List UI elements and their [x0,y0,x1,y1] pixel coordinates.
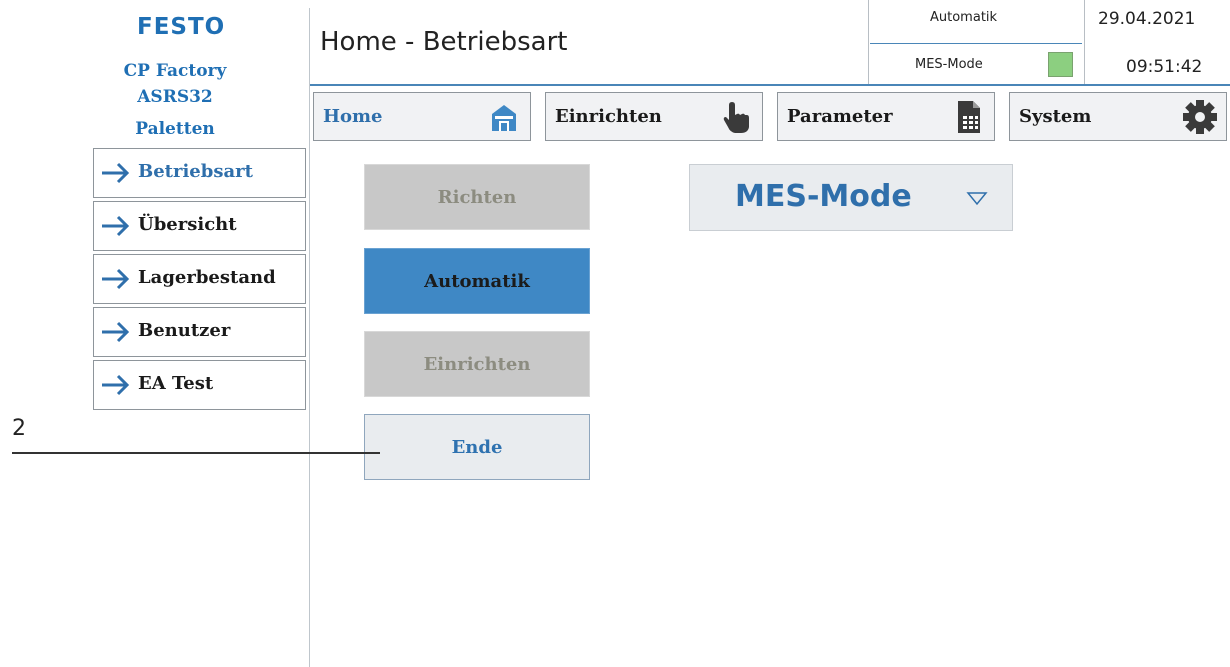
arrow-right-icon [102,321,130,343]
mes-mode-value: MES-Mode [735,179,912,214]
mes-mode-status: MES-Mode [915,57,983,72]
document-icon [958,101,980,133]
sidebar-item-lagerbestand[interactable]: Lagerbestand [93,254,306,304]
mes-mode-select[interactable]: MES-Mode [689,164,1013,231]
arrow-right-icon [102,268,130,290]
home-icon [492,105,516,131]
arrow-right-icon [102,162,130,184]
chevron-down-icon [966,192,988,206]
tab-home[interactable]: Home [313,92,531,141]
station-line-1: CP Factory [123,61,227,81]
sidebar-item-benutzer[interactable]: Benutzer [93,307,306,357]
operating-mode-status: Automatik [930,10,998,25]
tab-system[interactable]: System [1009,92,1227,141]
tab-einrichten[interactable]: Einrichten [545,92,763,141]
festo-logo: FESTO [137,14,226,40]
vertical-divider [309,8,310,667]
richten-button[interactable]: Richten [364,164,590,230]
tab-label: System [1019,106,1092,127]
tab-parameter[interactable]: Parameter [777,92,995,141]
arrow-right-icon [102,215,130,237]
sidebar-item-label: Lagerbestand [138,267,276,288]
sidebar-item-ea-test[interactable]: EA Test [93,360,306,410]
sidebar-item-label: Benutzer [138,320,231,341]
header-divider [870,43,1082,44]
station-line-3: Paletten [135,119,215,139]
sidebar-item-label: Übersicht [138,214,237,235]
hand-pointer-icon [723,102,749,133]
callout-line [12,452,380,454]
header-divider [868,0,869,84]
sidebar-item-label: Betriebsart [138,161,253,182]
header-divider [1084,0,1085,84]
tab-label: Parameter [787,106,893,127]
sidebar-item-label: EA Test [138,373,214,394]
einrichten-button[interactable]: Einrichten [364,331,590,397]
time-display: 09:51:42 [1126,57,1203,77]
mes-mode-indicator [1048,52,1073,77]
sidebar-item-betriebsart[interactable]: Betriebsart [93,148,306,198]
header-rule [310,84,1230,86]
callout-number: 2 [12,416,26,441]
date-display: 29.04.2021 [1098,9,1196,29]
station-line-2: ASRS32 [137,87,213,107]
page-title: Home - Betriebsart [320,27,568,57]
arrow-right-icon [102,374,130,396]
automatik-button[interactable]: Automatik [364,248,590,314]
ende-button[interactable]: Ende [364,414,590,480]
sidebar-item-uebersicht[interactable]: Übersicht [93,201,306,251]
gear-icon [1183,100,1217,134]
tab-label: Home [323,106,383,127]
tab-label: Einrichten [555,106,662,127]
